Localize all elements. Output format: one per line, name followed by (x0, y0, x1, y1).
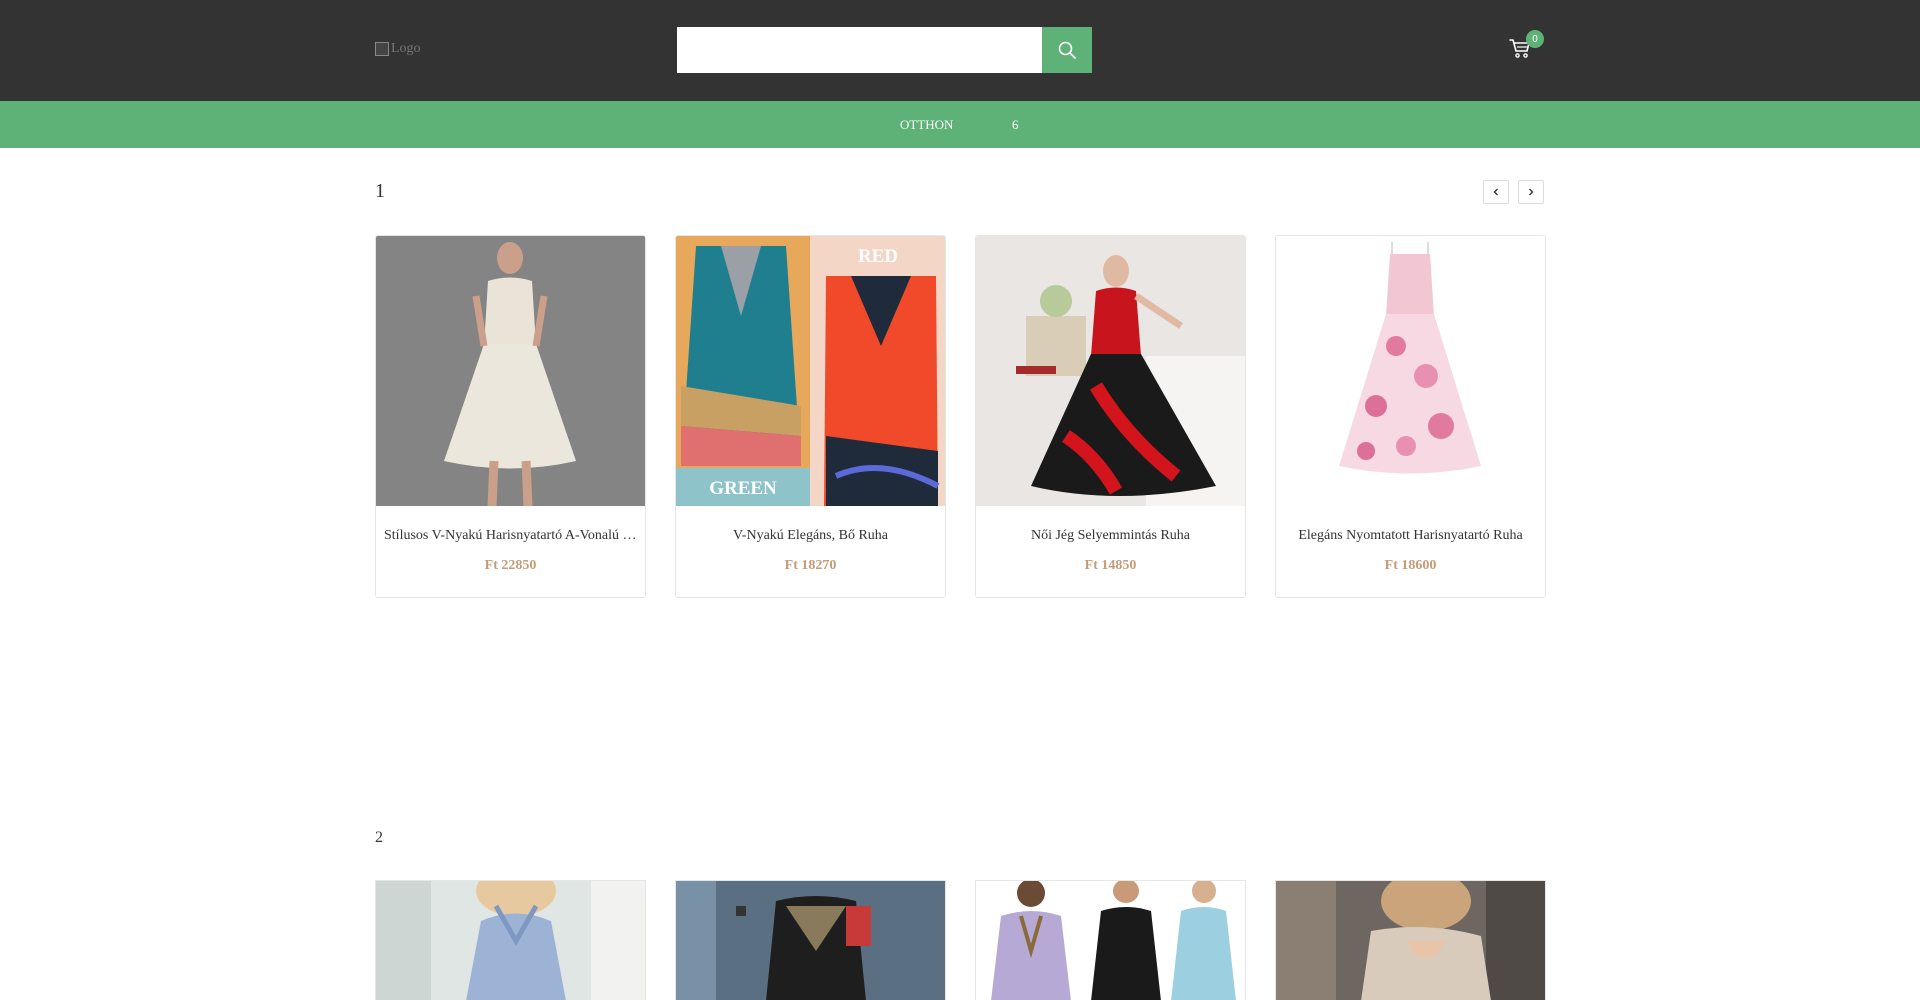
nav-item-home[interactable]: OTTHON (900, 101, 953, 148)
product-price: Ft 18270 (784, 558, 837, 573)
carousel-next-button[interactable] (1518, 180, 1544, 204)
broken-image-icon (375, 42, 389, 56)
product-card[interactable]: Elegáns Nyomtatott Harisnyatartó Ruha Ft… (1275, 235, 1546, 598)
product-image (376, 881, 645, 1000)
nav-item-category[interactable]: 6 (1012, 101, 1019, 148)
site-logo[interactable]: Logo (375, 39, 445, 59)
product-price: Ft 18600 (1384, 558, 1437, 573)
product-image (1276, 236, 1545, 506)
image-label-red: RED (858, 246, 898, 267)
section-title: 2 (375, 829, 383, 846)
product-card[interactable]: GREEN RED V-Nyakú Elegáns, Bő Ruha Ft 18… (675, 235, 946, 598)
product-card[interactable] (375, 880, 646, 1000)
carousel-prev-button[interactable] (1483, 180, 1509, 204)
product-card[interactable]: Női Jég Selyemmintás Ruha Ft 14850 (975, 235, 1246, 598)
logo-alt-text: Logo (391, 41, 421, 56)
product-card[interactable] (975, 880, 1246, 1000)
product-card[interactable] (1275, 880, 1546, 1000)
product-card[interactable]: Stílusos V-Nyakú Harisnyatartó A-Vonalú … (375, 235, 646, 598)
section-title: 1 (375, 180, 385, 202)
chevron-right-icon (1529, 188, 1534, 196)
product-image (376, 236, 645, 506)
search-input[interactable] (677, 27, 1043, 73)
product-price: Ft 14850 (1084, 558, 1137, 573)
chevron-left-icon (1493, 188, 1498, 196)
search-icon (1058, 41, 1076, 59)
main-nav (0, 101, 1920, 148)
product-image: GREEN RED (676, 236, 945, 506)
product-price: Ft 22850 (484, 558, 537, 573)
product-image (676, 881, 945, 1000)
product-name: Női Jég Selyemmintás Ruha (1030, 528, 1191, 543)
product-name: Stílusos V-Nyakú Harisnyatartó A-Vonalú … (384, 528, 637, 543)
cart-count-badge: 0 (1526, 30, 1544, 48)
product-image (976, 881, 1245, 1000)
product-image (1276, 881, 1545, 1000)
product-name: Elegáns Nyomtatott Harisnyatartó Ruha (1298, 528, 1523, 543)
product-image (976, 236, 1245, 506)
product-name: V-Nyakú Elegáns, Bő Ruha (732, 528, 889, 543)
search-button[interactable] (1042, 27, 1092, 73)
product-card[interactable] (675, 880, 946, 1000)
image-label-green: GREEN (709, 478, 777, 499)
